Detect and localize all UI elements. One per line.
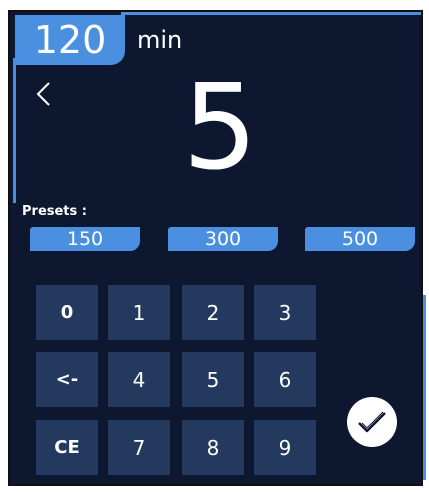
key-1[interactable]: 1 <box>108 285 170 340</box>
presets-label: Presets : <box>22 204 87 219</box>
check-icon <box>358 411 386 433</box>
key-0[interactable]: 0 <box>36 285 98 340</box>
key-8[interactable]: 8 <box>182 420 244 475</box>
entry-value: 5 <box>182 58 258 196</box>
preset-button-500[interactable]: 500 <box>305 227 415 251</box>
key-2[interactable]: 2 <box>182 285 244 340</box>
key-6[interactable]: 6 <box>254 352 316 407</box>
key-4[interactable]: 4 <box>108 352 170 407</box>
key-5[interactable]: 5 <box>182 352 244 407</box>
left-accent-line <box>13 58 16 203</box>
key-7[interactable]: 7 <box>108 420 170 475</box>
duration-value: 120 <box>33 18 107 62</box>
key-3[interactable]: 3 <box>254 285 316 340</box>
duration-display: 120 <box>15 15 125 65</box>
chevron-left-icon[interactable] <box>33 80 55 108</box>
preset-button-150[interactable]: 150 <box>30 227 140 251</box>
clear-entry-key[interactable]: CE <box>36 420 98 475</box>
confirm-button[interactable] <box>347 397 397 447</box>
backspace-key[interactable]: <- <box>36 352 98 407</box>
preset-button-300[interactable]: 300 <box>168 227 278 251</box>
key-9[interactable]: 9 <box>254 420 316 475</box>
top-accent-line <box>121 12 421 15</box>
right-accent-line <box>423 295 426 480</box>
duration-unit: min <box>137 26 183 54</box>
